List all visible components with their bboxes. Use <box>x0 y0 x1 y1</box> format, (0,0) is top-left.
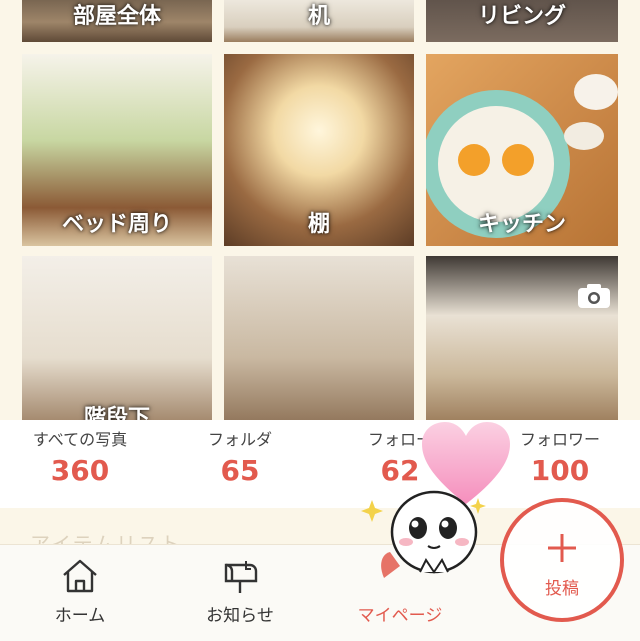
stat-value: 360 <box>50 454 110 487</box>
camera-icon <box>578 284 610 308</box>
stat-value: 65 <box>220 454 260 487</box>
folder-label: ベッド周り <box>61 212 172 237</box>
stat-label: すべての写真 <box>32 430 128 449</box>
stat-all-photos[interactable]: すべての写真 360 <box>0 426 160 487</box>
folder-tile-stairs[interactable]: 階段下 <box>22 256 212 426</box>
tab-label: お知らせ <box>206 606 274 626</box>
mailbox-icon <box>224 561 258 593</box>
folder-tile-shelf[interactable]: 棚 <box>224 54 414 246</box>
folder-label: キッチン <box>477 212 566 237</box>
photo-folder-grid: 部屋全体 机 リビング ベッド周り 棚 キッチン 階段下 <box>0 0 640 426</box>
stat-folders[interactable]: フォルダ 65 <box>160 426 320 487</box>
folder-tile-bedside[interactable]: ベッド周り <box>22 54 212 246</box>
folder-tile-kitchen[interactable]: キッチン <box>426 54 618 246</box>
folder-label: 机 <box>307 4 330 29</box>
folder-tile-desk[interactable]: 机 <box>224 0 414 42</box>
folder-label: リビング <box>477 4 566 29</box>
cartoon-face-sticker-icon <box>361 490 486 578</box>
profile-stats-bar: すべての写真 360 フォルダ 65 フォロー 62 フォロワー 100 <box>0 420 640 508</box>
folder-tile-unlabeled-1[interactable] <box>224 256 414 426</box>
folder-label: 部屋全体 <box>72 4 161 29</box>
folder-tile-room[interactable]: 部屋全体 <box>22 0 212 42</box>
post-button[interactable]: 投稿 <box>500 498 624 622</box>
folder-label: 棚 <box>307 212 330 237</box>
tab-home[interactable]: ホーム <box>10 557 150 626</box>
post-button-label: 投稿 <box>545 579 579 599</box>
tab-label: マイページ <box>357 606 443 626</box>
folder-tile-unlabeled-2[interactable] <box>426 256 618 426</box>
tab-label: ホーム <box>54 606 106 626</box>
tab-notifications[interactable]: お知らせ <box>170 557 310 626</box>
folder-tile-living[interactable]: リビング <box>426 0 618 42</box>
stat-label: フォルダ <box>207 430 272 449</box>
plus-icon <box>548 534 576 562</box>
house-icon <box>63 559 97 593</box>
